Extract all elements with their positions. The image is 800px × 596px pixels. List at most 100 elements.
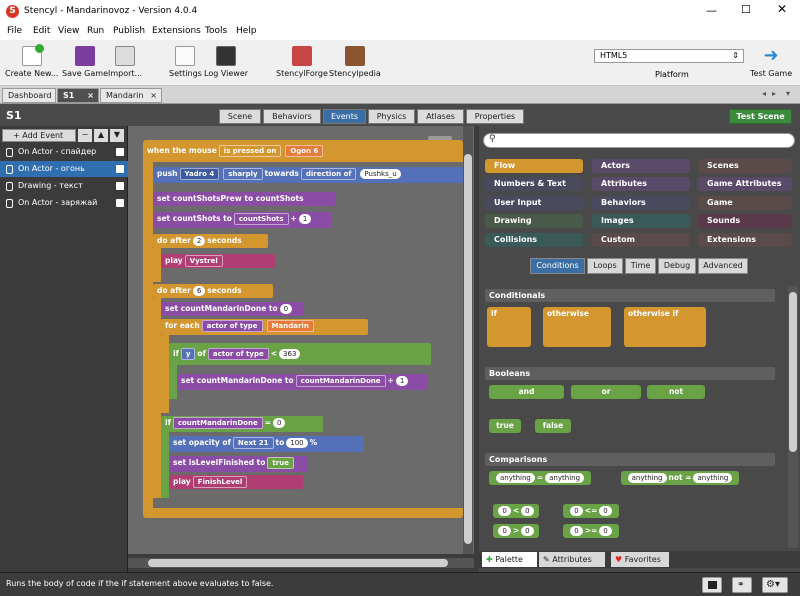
set-boolean-block[interactable]: set isLevelFinished to true (169, 456, 308, 472)
menu-publish[interactable]: Publish (113, 26, 145, 36)
category-sounds[interactable]: Sounds (698, 214, 792, 228)
block-dropdown[interactable]: sharply (223, 168, 263, 180)
push-block[interactable]: push Yadro 4 sharply towards direction of Pus… (153, 167, 463, 183)
category-images[interactable]: Images (592, 214, 690, 228)
subtab-time[interactable]: Time (625, 258, 656, 274)
category-collisions[interactable]: Collisions (485, 233, 583, 247)
menu-run[interactable]: Run (87, 26, 104, 36)
do-after-block[interactable]: do after 6 seconds (153, 284, 273, 298)
tab-events[interactable]: Events (323, 109, 366, 124)
block-field[interactable]: actor of type (207, 348, 269, 360)
play-sound-block[interactable]: play FinishLevel (169, 475, 303, 489)
palette-less-equal-block[interactable]: 0 <= 0 (563, 504, 619, 518)
block-field[interactable]: y (180, 348, 196, 360)
block-field[interactable]: 1 (395, 376, 409, 386)
enabled-checkbox[interactable] (116, 199, 124, 207)
subtab-loops[interactable]: Loops (587, 258, 623, 274)
palette-scrollbar[interactable] (788, 286, 798, 548)
palette-greater-equal-block[interactable]: 0 >= 0 (563, 524, 619, 538)
close-icon[interactable]: × (87, 91, 94, 100)
enabled-checkbox[interactable] (116, 148, 124, 156)
event-item[interactable]: On Actor - заряжай (0, 195, 128, 211)
canvas-vertical-scrollbar[interactable] (463, 126, 473, 554)
close-icon[interactable]: × (150, 91, 157, 100)
set-variable-block[interactable]: set countMandarinDone to countMandarinDon… (177, 374, 427, 390)
tab-behaviors[interactable]: Behaviors (263, 109, 321, 124)
maximize-button[interactable]: ☐ (741, 3, 751, 16)
remove-event-button[interactable]: − (78, 129, 92, 142)
category-game-attributes[interactable]: Game Attributes (698, 177, 792, 191)
block-field[interactable]: 1 (298, 214, 312, 224)
scrollbar-thumb[interactable] (464, 154, 472, 544)
set-variable-block[interactable]: set countShotsPrew to countShots (153, 192, 335, 206)
palette-equals-block[interactable]: anything = anything (489, 471, 591, 485)
palette-true-block[interactable]: true (489, 419, 521, 433)
close-button[interactable]: ✕ (777, 2, 787, 16)
block-dropdown[interactable]: Next 21 (232, 437, 274, 449)
event-item[interactable]: On Actor - огонь (0, 161, 128, 177)
test-game-button[interactable]: ➜ Test Game (750, 46, 792, 79)
block-field[interactable]: countShots (233, 213, 289, 225)
scrollbar-thumb[interactable] (789, 292, 797, 452)
add-event-button[interactable]: + Add Event (2, 129, 76, 142)
block-field[interactable]: 363 (279, 349, 301, 359)
tab-palette[interactable]: ✚ Palette (482, 552, 537, 567)
if-block[interactable]: if y of actor of type <363 (169, 343, 431, 365)
canvas-horizontal-scrollbar[interactable] (128, 558, 474, 568)
settings-menu-button[interactable]: ⚙▾ (762, 577, 788, 593)
block-dropdown[interactable]: direction of (300, 168, 357, 180)
category-custom[interactable]: Custom (592, 233, 690, 247)
category-numbers-text[interactable]: Numbers & Text (485, 177, 583, 191)
enabled-checkbox[interactable] (116, 165, 124, 173)
menu-help[interactable]: Help (236, 26, 257, 36)
category-game[interactable]: Game (698, 196, 792, 210)
palette-or-block[interactable]: or (571, 385, 641, 399)
palette-not-block[interactable]: not (647, 385, 705, 399)
stencylforge-button[interactable]: StencylForge (276, 46, 328, 78)
stencylpedia-button[interactable]: Stencylpedia (329, 46, 381, 78)
save-game-button[interactable]: Save Game (62, 46, 108, 78)
event-canvas[interactable]: when the mouse is pressed on Ogon 6 push Ya… (128, 126, 474, 554)
block-dropdown[interactable]: is pressed on (218, 145, 282, 157)
settings-button[interactable]: Settings (169, 46, 202, 78)
block-dropdown[interactable]: Vystrel (184, 255, 223, 267)
boolean-field[interactable]: true (267, 457, 294, 469)
menu-view[interactable]: View (58, 26, 79, 36)
tab-attributes[interactable]: ✎ Attributes (539, 552, 605, 567)
category-user-input[interactable]: User Input (485, 196, 583, 210)
palette-otherwise-if-block[interactable]: otherwise if (624, 307, 706, 347)
category-scenes[interactable]: Scenes (698, 159, 792, 173)
block-field[interactable]: actor of type (201, 320, 263, 332)
for-each-block[interactable]: for each actor of type Mandarin (161, 319, 368, 335)
block-field[interactable]: 0 (273, 418, 286, 428)
subtab-advanced[interactable]: Advanced (698, 258, 748, 274)
import-button[interactable]: Import... (108, 46, 142, 78)
set-variable-block[interactable]: set countMandarinDone to 0 (161, 302, 303, 316)
console-button[interactable] (702, 577, 722, 593)
move-down-button[interactable]: ▼ (110, 129, 124, 142)
find-button[interactable]: ⚭ (732, 577, 752, 593)
tab-favorites[interactable]: ♥ Favorites (611, 552, 669, 567)
event-item[interactable]: Drawing - текст (0, 178, 128, 194)
create-new-button[interactable]: Create New... (5, 44, 58, 78)
menu-file[interactable]: File (7, 26, 22, 36)
tab-mandarin[interactable]: Mandarin × (100, 88, 162, 103)
set-variable-block[interactable]: set countShots to countShots +1 (153, 212, 331, 228)
do-after-block[interactable]: do after 2 seconds (153, 234, 268, 248)
move-up-button[interactable]: ▲ (94, 129, 108, 142)
tab-dashboard[interactable]: Dashboard (2, 88, 56, 103)
actor-dropdown[interactable]: Mandarin (266, 320, 314, 332)
palette-and-block[interactable]: and (489, 385, 564, 399)
actor-dropdown[interactable]: Ogon 6 (285, 145, 324, 157)
if-block[interactable]: if countMandarinDone = 0 (161, 416, 323, 432)
actor-dropdown[interactable]: Yadro 4 (179, 168, 220, 180)
tab-scene[interactable]: Scene (219, 109, 261, 124)
when-mouse-pressed-block[interactable]: when the mouse is pressed on Ogon 6 (143, 144, 393, 158)
tab-scroll-left-icon[interactable]: ◂ (762, 89, 766, 98)
block-field[interactable]: countMandarinDone (172, 417, 263, 429)
palette-greater-than-block[interactable]: 0 >0 (493, 524, 539, 538)
category-behaviors[interactable]: Behaviors (592, 196, 690, 210)
category-attributes[interactable]: Attributes (592, 177, 690, 191)
tab-s1[interactable]: S1 × (57, 88, 99, 103)
palette-search-input[interactable]: ⚲ (483, 133, 795, 148)
